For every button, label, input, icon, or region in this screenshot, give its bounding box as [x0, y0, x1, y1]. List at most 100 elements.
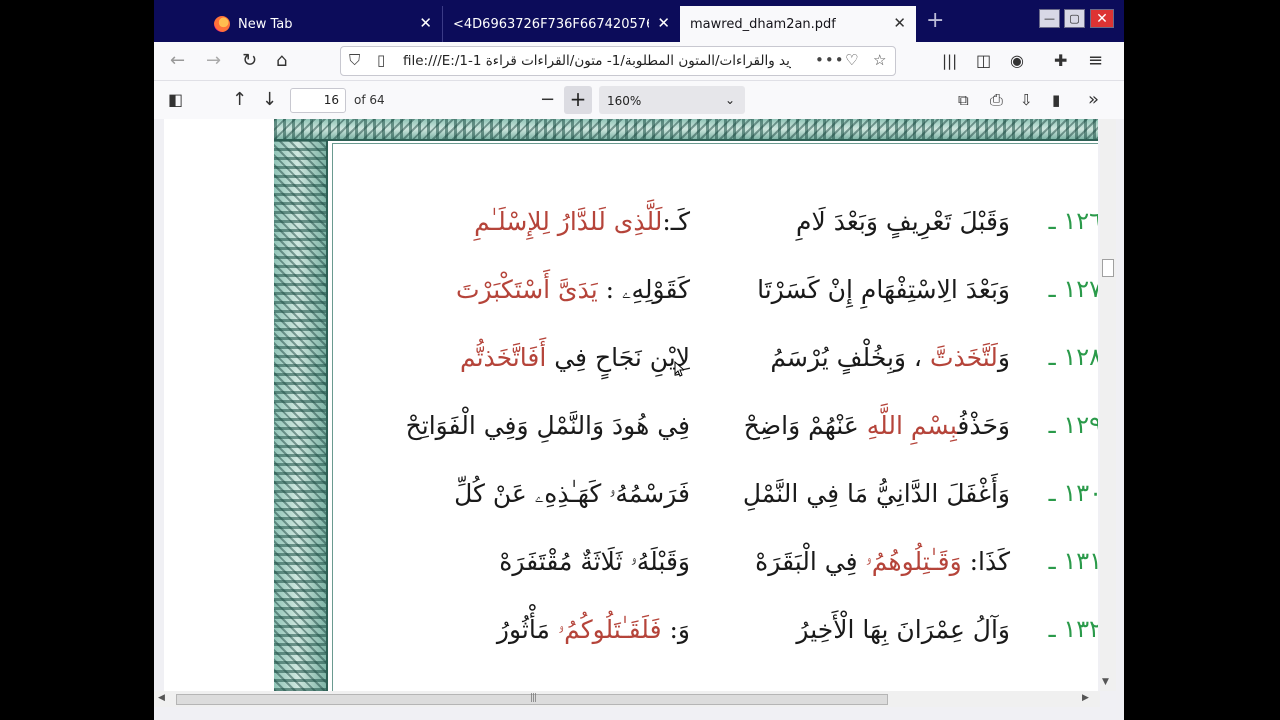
verse-hemistich-second: فِي هُودَ وَالنَّمْلِ وَفِي الْفَوَاتِحْ [406, 411, 690, 440]
verse-text: فِي الْبَقَرَهْ [755, 547, 866, 576]
pdf-toolbar: ◧ ↑ ↓ 16 of 64 − + 160% ⌄ ⧉ ⎙ ⇩ ▮ » [154, 81, 1124, 120]
verse-number: ١٣٢ ـ [1048, 615, 1098, 643]
verse-line: ١٢٩ ـ وَحَذْفُبِسْمِ اللَّهِ عَنْهُمْ وَ… [384, 409, 1098, 449]
verse-line: ١٢٧ ـ وَبَعْدَ الِاسْتِفْهَامِ إِنْ كَسَ… [384, 273, 1098, 313]
previous-page-button[interactable]: ↑ [232, 90, 247, 110]
print-icon[interactable]: ⎙ [990, 90, 1003, 110]
verse-number: ١٢٦ ـ [1048, 207, 1098, 235]
page-actions-icon[interactable]: ••• [815, 51, 845, 69]
tab-label: mawred_dham2an.pdf [690, 16, 836, 32]
verse-hemistich-first: كَذَا: وَقَـٰتِلُوهُمُۥ فِي الْبَقَرَهْ [755, 547, 1010, 577]
menu-icon[interactable]: ≡ [1088, 51, 1103, 71]
verse-text: مَأْثُورُ [496, 615, 558, 644]
tab-label: <4D6963726F736F667420576F72642 [453, 16, 649, 32]
horizontal-scrollbar[interactable]: ◀ ||| ▶ [154, 691, 1100, 707]
close-icon[interactable]: ✕ [657, 16, 670, 31]
verse-highlight: يَدَىَّ أَسْتَكْبَرْتَ [455, 275, 598, 304]
verse-highlight: وَقَـٰتِلُوهُمُۥ [865, 547, 962, 576]
verse-hemistich-first: وَلَتَّخَذتَّ ، وَبِخُلْفٍ يُرْسَمُ [770, 343, 1010, 372]
verse-highlight: بِسْمِ اللَّهِ [866, 411, 958, 440]
verse-text: كَقَوْلِهِۦ : [597, 275, 690, 304]
vertical-scrollbar[interactable]: ▼ [1100, 119, 1116, 691]
scroll-down-arrow-icon[interactable]: ▼ [1102, 677, 1109, 687]
firefox-icon [214, 16, 230, 32]
verse-number: ١٢٧ ـ [1048, 275, 1098, 303]
verse-text: وَحَذْفُ [957, 411, 1010, 440]
tab-label: New Tab [238, 16, 293, 32]
scroll-left-arrow-icon[interactable]: ◀ [158, 693, 165, 703]
scroll-right-arrow-icon[interactable]: ▶ [1082, 693, 1089, 703]
save-icon[interactable]: ⇩ [1020, 90, 1033, 110]
tab-strip: New Tab ✕ <4D6963726F736F667420576F72642… [154, 0, 1124, 42]
home-icon[interactable]: ⌂ [276, 51, 287, 71]
navigation-toolbar: ← → ↻ ⌂ ⛉ ▯ file:///E:/1-1 التجويد والقر… [154, 42, 1124, 81]
verse-hemistich-second: وَقَبْلَهُۥ ثَلَاثَةٌ مُقْتَفَرَهْ [499, 547, 690, 577]
verse-number: ١٣٠ ـ [1048, 479, 1098, 507]
verse-text: وَبَعْدَ الِاسْتِفْهَامِ إِنْ كَسَرْتَا [757, 275, 1010, 304]
reload-button[interactable]: ↻ [242, 51, 257, 71]
decorative-frame-top [274, 119, 1098, 141]
verse-line: ١٣١ ـ كَذَا: وَقَـٰتِلُوهُمُۥ فِي الْبَق… [384, 545, 1098, 585]
verse-hemistich-second: وَ: فَلَقَـٰتَلُوكُمُۥ مَأْثُورُ [497, 615, 690, 645]
verse-hemistich-first: وَحَذْفُبِسْمِ اللَّهِ عَنْهُمْ وَاضِحْ [744, 411, 1010, 440]
bookmark-icon[interactable]: ▮ [1052, 90, 1060, 110]
url-text[interactable]: file:///E:/1-1 التجويد والقراءات/المتون … [403, 53, 791, 69]
verse-text: وَ [997, 343, 1010, 372]
page-count: of 64 [354, 93, 385, 107]
zoom-select[interactable]: 160% ⌄ [599, 86, 745, 114]
pocket-icon[interactable]: ♡ [845, 51, 858, 69]
decorative-frame-left [274, 119, 328, 691]
verse-text: عَنْهُمْ وَاضِحْ [743, 411, 867, 440]
sidebar-icon[interactable]: ◫ [976, 51, 991, 71]
verse-hemistich-first: وَآلُ عِمْرَانَ بِهَا الْأَخِيرُ [796, 615, 1010, 644]
mouse-cursor-icon [674, 361, 684, 377]
account-icon[interactable]: ◉ [1010, 51, 1024, 71]
next-page-button[interactable]: ↓ [262, 90, 277, 110]
verse-number: ١٢٨ ـ [1048, 343, 1098, 371]
bookmark-star-icon[interactable]: ☆ [873, 51, 886, 69]
zoom-in-button[interactable]: + [564, 86, 592, 114]
zoom-out-button[interactable]: − [540, 90, 555, 110]
extensions-icon[interactable]: ✚ [1054, 51, 1067, 71]
verse-hemistich-first: وَبَعْدَ الِاسْتِفْهَامِ إِنْ كَسَرْتَا [757, 275, 1010, 304]
verse-hemistich-first: وَقَبْلَ تَعْرِيفٍ وَبَعْدَ لَامِ [796, 207, 1010, 236]
tab-word-document[interactable]: <4D6963726F736F667420576F72642 ✕ [442, 6, 680, 42]
grip-icon: ||| [530, 693, 537, 703]
presentation-mode-icon[interactable]: ⧉ [958, 90, 969, 110]
verse-text: وَقَبْلَهُۥ ثَلَاثَةٌ مُقْتَفَرَهْ [499, 547, 690, 576]
sidebar-toggle-icon[interactable]: ◧ [168, 90, 183, 110]
page-number-input[interactable]: 16 [290, 88, 346, 113]
verse-text: لِإِيْنِ نَجَاحٍ فِي [546, 343, 690, 372]
verse-line: ١٣٢ ـ وَآلُ عِمْرَانَ بِهَا الْأَخِيرُ و… [384, 613, 1098, 653]
minimize-button[interactable]: — [1039, 9, 1060, 28]
verse-text: كَذَا: [961, 547, 1010, 576]
address-bar[interactable]: ⛉ ▯ file:///E:/1-1 التجويد والقراءات/الم… [340, 46, 896, 76]
tools-icon[interactable]: » [1088, 90, 1099, 110]
close-icon[interactable]: ✕ [419, 16, 432, 31]
scrollbar-thumb[interactable] [1102, 259, 1114, 277]
page-info-icon[interactable]: ▯ [377, 51, 385, 69]
tab-new-tab[interactable]: New Tab ✕ [204, 6, 442, 42]
verse-highlight: لَلَّذِى لَلدَّارُ لِلإِسْلَـٰمِ [474, 207, 663, 236]
verse-text: وَ: [661, 615, 690, 644]
verse-highlight: أَفَاتَّخَذتُّم [459, 343, 547, 372]
verse-hemistich-second: كَـ:لَلَّذِى لَلدَّارُ لِلإِسْلَـٰمِ [474, 207, 690, 236]
tab-pdf[interactable]: mawred_dham2an.pdf ✕ [680, 6, 916, 42]
verse-text: فِي هُودَ وَالنَّمْلِ وَفِي الْفَوَاتِحْ [405, 411, 690, 440]
verse-highlight: لَتَّخَذتَّ [929, 343, 998, 372]
pdf-viewer[interactable]: ١٢٦ ـ وَقَبْلَ تَعْرِيفٍ وَبَعْدَ لَامِ … [154, 119, 1124, 720]
shield-icon[interactable]: ⛉ [349, 51, 360, 69]
verse-hemistich-second: لِإِيْنِ نَجَاحٍ فِي أَفَاتَّخَذتُّم [460, 343, 690, 372]
new-tab-button[interactable]: + [926, 10, 944, 32]
verse-text: ، وَبِخُلْفٍ يُرْسَمُ [770, 343, 930, 372]
library-icon[interactable]: ||| [942, 51, 957, 71]
back-button[interactable]: ← [170, 51, 185, 71]
chevron-down-icon: ⌄ [724, 93, 735, 107]
verse-number: ١٢٩ ـ [1048, 411, 1098, 439]
close-icon[interactable]: ✕ [893, 16, 906, 31]
maximize-button[interactable]: ▢ [1064, 9, 1085, 28]
verse-text: وَقَبْلَ تَعْرِيفٍ وَبَعْدَ لَامِ [796, 207, 1010, 236]
close-window-button[interactable]: ✕ [1090, 9, 1114, 28]
forward-button[interactable]: → [206, 51, 221, 71]
verse-line: ١٣٠ ـ وَأَغْفَلَ الدَّانِيُّ مَا فِي الن… [384, 477, 1098, 517]
